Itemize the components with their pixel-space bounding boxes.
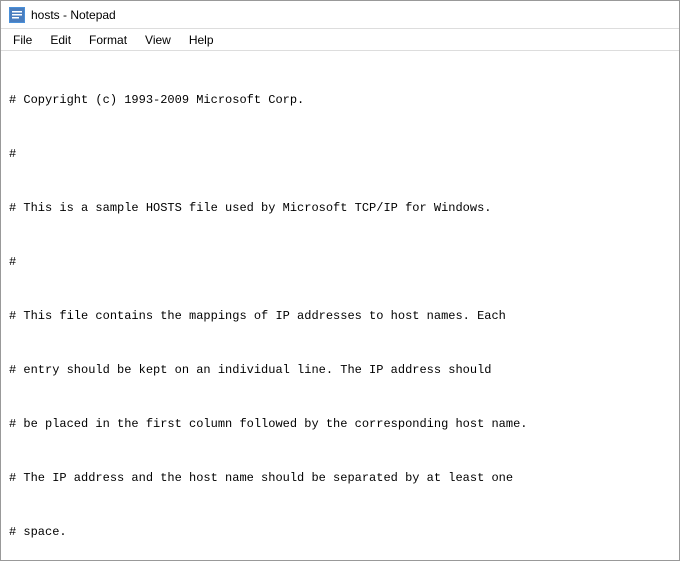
- menu-bar: File Edit Format View Help: [1, 29, 679, 51]
- menu-help[interactable]: Help: [181, 31, 222, 49]
- line-6: # entry should be kept on an individual …: [9, 361, 671, 379]
- line-4: #: [9, 253, 671, 271]
- line-1: # Copyright (c) 1993-2009 Microsoft Corp…: [9, 91, 671, 109]
- text-editor[interactable]: # Copyright (c) 1993-2009 Microsoft Corp…: [1, 51, 679, 560]
- file-content: # Copyright (c) 1993-2009 Microsoft Corp…: [9, 55, 671, 560]
- line-8: # The IP address and the host name shoul…: [9, 469, 671, 487]
- line-7: # be placed in the first column followed…: [9, 415, 671, 433]
- line-5: # This file contains the mappings of IP …: [9, 307, 671, 325]
- app-icon: [9, 7, 25, 23]
- title-bar: hosts - Notepad: [1, 1, 679, 29]
- window-title: hosts - Notepad: [31, 8, 116, 22]
- menu-view[interactable]: View: [137, 31, 179, 49]
- menu-file[interactable]: File: [5, 31, 40, 49]
- line-3: # This is a sample HOSTS file used by Mi…: [9, 199, 671, 217]
- line-9: # space.: [9, 523, 671, 541]
- menu-edit[interactable]: Edit: [42, 31, 79, 49]
- line-2: #: [9, 145, 671, 163]
- menu-format[interactable]: Format: [81, 31, 135, 49]
- notepad-window: hosts - Notepad File Edit Format View He…: [0, 0, 680, 561]
